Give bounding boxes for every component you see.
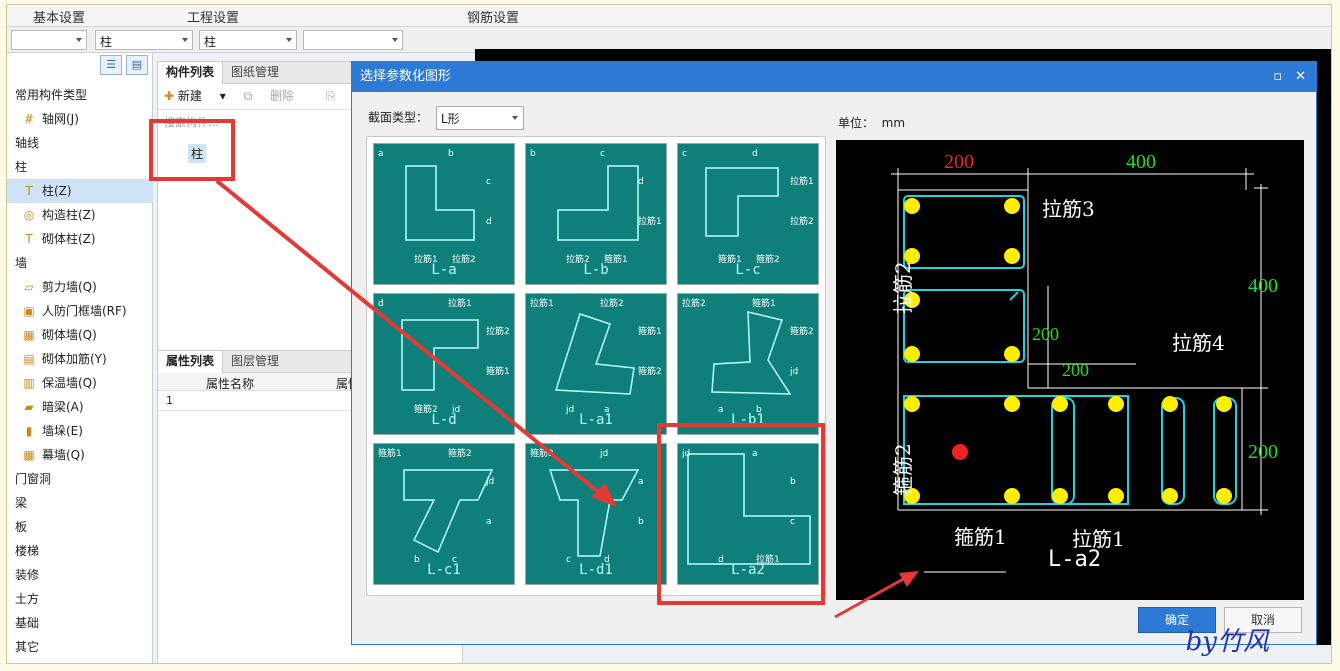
- annotation-arrows: [215, 179, 919, 619]
- app-window: 基本设置 工程设置 钢筋设置 柱 柱 ☰ ▤ 常用构件类型 # 轴网(J) 轴线柱 T 柱(…: [6, 4, 1332, 664]
- watermark: by竹风: [1185, 627, 1269, 657]
